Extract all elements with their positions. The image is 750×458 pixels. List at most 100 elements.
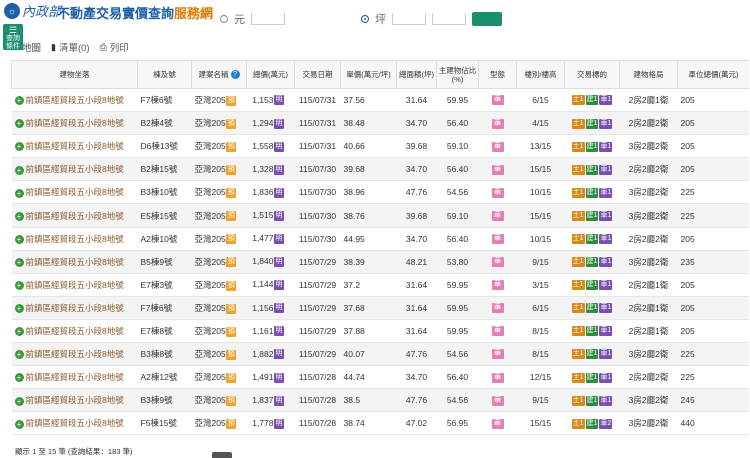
- min-field[interactable]: [251, 13, 285, 25]
- detail-sheet-badge[interactable]: 明: [274, 187, 284, 198]
- expand-plus-icon[interactable]: +: [14, 165, 24, 175]
- list-view-button[interactable]: ▮ 清單(0): [51, 40, 90, 55]
- price-unit-radio-yuan[interactable]: [220, 15, 228, 23]
- detail-sheet-badge[interactable]: 明: [274, 418, 284, 429]
- address-cell[interactable]: + 前鎮區經貿段五小段8地號: [11, 342, 138, 367]
- col-unit[interactable]: 棟及號: [137, 60, 192, 89]
- expand-plus-icon[interactable]: +: [14, 142, 24, 152]
- target-cell: 土1 建1 車1: [564, 388, 620, 413]
- address-cell[interactable]: + 前鎮區經貿段五小段8地號: [11, 134, 138, 159]
- expand-plus-icon[interactable]: +: [14, 119, 24, 129]
- detail-sheet-badge[interactable]: 明: [274, 280, 284, 291]
- detail-sheet-badge[interactable]: 明: [274, 372, 284, 383]
- expand-plus-icon[interactable]: +: [14, 234, 24, 244]
- table-row[interactable]: + 前鎮區經貿段五小段8地號 F7棟6號 亞灣205 預 1,156 明 115/07/29 3…: [11, 296, 749, 320]
- detail-sheet-badge[interactable]: 明: [274, 326, 284, 337]
- table-row[interactable]: + 前鎮區經貿段五小段8地號 E7棟3號 亞灣205 預 1,144 明 115/07/29 3…: [11, 273, 749, 297]
- detail-sheet-badge[interactable]: 明: [274, 118, 284, 129]
- table-row[interactable]: + 前鎮區經貿段五小段8地號 F7棟6號 亞灣205 預 1,153 明 115/07/31 3…: [11, 88, 749, 113]
- expand-plus-icon[interactable]: +: [14, 211, 24, 221]
- col-target[interactable]: 交易標的: [564, 60, 620, 89]
- ministry-logo[interactable]: ☼ 內政部: [4, 1, 61, 20]
- table-row[interactable]: + 前鎮區經貿段五小段8地號 F5棟15號 亞灣205 預 1,778 明 115/07/28…: [11, 411, 749, 436]
- detail-sheet-badge[interactable]: 明: [274, 349, 284, 360]
- range-min-field[interactable]: [392, 13, 426, 25]
- detail-sheet-badge[interactable]: 明: [274, 303, 284, 314]
- address-cell[interactable]: + 前鎮區經貿段五小段8地號: [11, 88, 138, 113]
- presale-badge: 預: [226, 141, 237, 152]
- address-cell[interactable]: + 前鎮區經貿段五小段8地號: [11, 273, 138, 297]
- table-row[interactable]: + 前鎮區經貿段五小段8地號 B3棟8號 亞灣205 預 1,882 明 115/07/29 4…: [11, 342, 749, 367]
- table-row[interactable]: + 前鎮區經貿段五小段8地號 B5棟9號 亞灣205 預 1,840 明 115/07/29 3…: [11, 250, 749, 274]
- layout-cell: 3房2廳2衛: [619, 388, 678, 413]
- site-title-highlight: 服務網: [174, 6, 214, 21]
- address-cell[interactable]: + 前鎮區經貿段五小段8地號: [11, 296, 138, 320]
- detail-sheet-badge[interactable]: 明: [274, 164, 284, 175]
- expand-plus-icon[interactable]: +: [14, 96, 24, 106]
- target-cell: 土1 建1 車1: [564, 134, 620, 159]
- col-date[interactable]: 交易日期: [294, 60, 341, 89]
- expand-plus-icon[interactable]: +: [14, 396, 24, 406]
- table-row[interactable]: + 前鎮區經貿段五小段8地號 A2棟10號 亞灣205 預 1,477 明 115/07/30…: [11, 227, 749, 251]
- expand-plus-icon[interactable]: +: [14, 419, 24, 429]
- presale-badge: 預: [226, 280, 237, 291]
- col-project[interactable]: 建案名稱 ?: [191, 60, 247, 89]
- col-layout[interactable]: 建物格局: [619, 60, 678, 89]
- print-button[interactable]: ⎙ 列印: [100, 40, 129, 55]
- table-row[interactable]: + 前鎮區經貿段五小段8地號 A2棟12號 亞灣205 預 1,491 明 115/07/28…: [11, 365, 749, 390]
- expand-plus-icon[interactable]: +: [14, 188, 24, 198]
- address-cell[interactable]: + 前鎮區經貿段五小段8地號: [11, 157, 138, 182]
- address-cell[interactable]: + 前鎮區經貿段五小段8地號: [11, 388, 138, 413]
- expand-plus-icon[interactable]: +: [14, 350, 24, 360]
- layout-cell: 2房2廳1衛: [619, 273, 678, 297]
- map-view-button[interactable]: 地圖: [22, 40, 41, 54]
- query-conditions-tab[interactable]: ☰ 查詢 條件: [3, 24, 23, 50]
- address-cell[interactable]: + 前鎮區經貿段五小段8地號: [11, 180, 138, 205]
- table-row[interactable]: + 前鎮區經貿段五小段8地號 B3棟10號 亞灣205 預 1,836 明 115/07/30…: [11, 180, 749, 205]
- table-row[interactable]: + 前鎮區經貿段五小段8地號 E7棟8號 亞灣205 預 1,161 明 115/07/29 3…: [11, 319, 749, 344]
- detail-sheet-badge[interactable]: 明: [274, 141, 284, 152]
- table-row[interactable]: + 前鎮區經貿段五小段8地號 B2棟15號 亞灣205 預 1,328 明 115/07/30…: [11, 157, 749, 182]
- total-area-cell: 34.70: [396, 157, 437, 182]
- table-row[interactable]: + 前鎮區經貿段五小段8地號 B3棟9號 亞灣205 預 1,837 明 115/07/28 3…: [11, 388, 749, 413]
- address-cell[interactable]: + 前鎮區經貿段五小段8地號: [11, 411, 138, 436]
- col-total-price[interactable]: 總價(萬元): [246, 60, 295, 89]
- presale-badge: 預: [226, 257, 237, 268]
- col-main-ratio[interactable]: 主建物佔比(%): [436, 60, 479, 89]
- table-row[interactable]: + 前鎮區經貿段五小段8地號 B2棟4號 亞灣205 預 1,294 明 115/07/31 3…: [11, 111, 749, 136]
- col-unit-price[interactable]: 單價(萬元/坪): [340, 60, 397, 89]
- expand-plus-icon[interactable]: +: [14, 373, 24, 383]
- price-unit-label-ping: 坪: [375, 14, 386, 26]
- table-row[interactable]: + 前鎮區經貿段五小段8地號 E5棟15號 亞灣205 預 1,515 明 115/07/30…: [11, 203, 749, 228]
- detail-sheet-badge[interactable]: 明: [274, 210, 284, 221]
- target-badge: 建1: [585, 164, 599, 175]
- expand-plus-icon[interactable]: +: [14, 304, 24, 314]
- detail-sheet-badge[interactable]: 明: [274, 395, 284, 406]
- address-cell[interactable]: + 前鎮區經貿段五小段8地號: [11, 227, 138, 251]
- col-floor[interactable]: 樓別/樓高: [516, 60, 565, 89]
- detail-sheet-badge[interactable]: 明: [274, 257, 284, 268]
- detail-sheet-badge[interactable]: 明: [274, 95, 284, 106]
- col-address[interactable]: 建物坐落: [11, 60, 138, 89]
- table-row[interactable]: + 前鎮區經貿段五小段8地號 D6棟13號 亞灣205 預 1,558 明 115/07/31…: [11, 134, 749, 159]
- pager-handle[interactable]: [212, 452, 232, 458]
- expand-plus-icon[interactable]: +: [14, 257, 24, 267]
- map-label: 地圖: [22, 43, 42, 54]
- address-cell[interactable]: + 前鎮區經貿段五小段8地號: [11, 319, 138, 344]
- address-cell[interactable]: + 前鎮區經貿段五小段8地號: [11, 111, 138, 136]
- expand-plus-icon[interactable]: +: [14, 281, 24, 291]
- range-max-field[interactable]: [432, 13, 466, 25]
- col-total-area[interactable]: 總面積(坪): [396, 60, 437, 89]
- price-unit-radio-ping[interactable]: [361, 15, 369, 23]
- detail-sheet-badge[interactable]: 明: [274, 233, 284, 244]
- expand-plus-icon[interactable]: +: [14, 327, 24, 337]
- date-cell: 115/07/31: [294, 111, 341, 136]
- help-icon[interactable]: ?: [230, 70, 240, 80]
- address-cell[interactable]: + 前鎮區經貿段五小段8地號: [11, 203, 138, 228]
- address-cell[interactable]: + 前鎮區經貿段五小段8地號: [11, 365, 138, 390]
- col-parking-price[interactable]: 車位總價(萬元): [677, 60, 749, 89]
- address-cell[interactable]: + 前鎮區經貿段五小段8地號: [11, 250, 138, 274]
- col-type[interactable]: 型態: [478, 60, 517, 89]
- total-price-cell: 1,156 明: [246, 296, 295, 320]
- search-button[interactable]: [472, 12, 502, 26]
